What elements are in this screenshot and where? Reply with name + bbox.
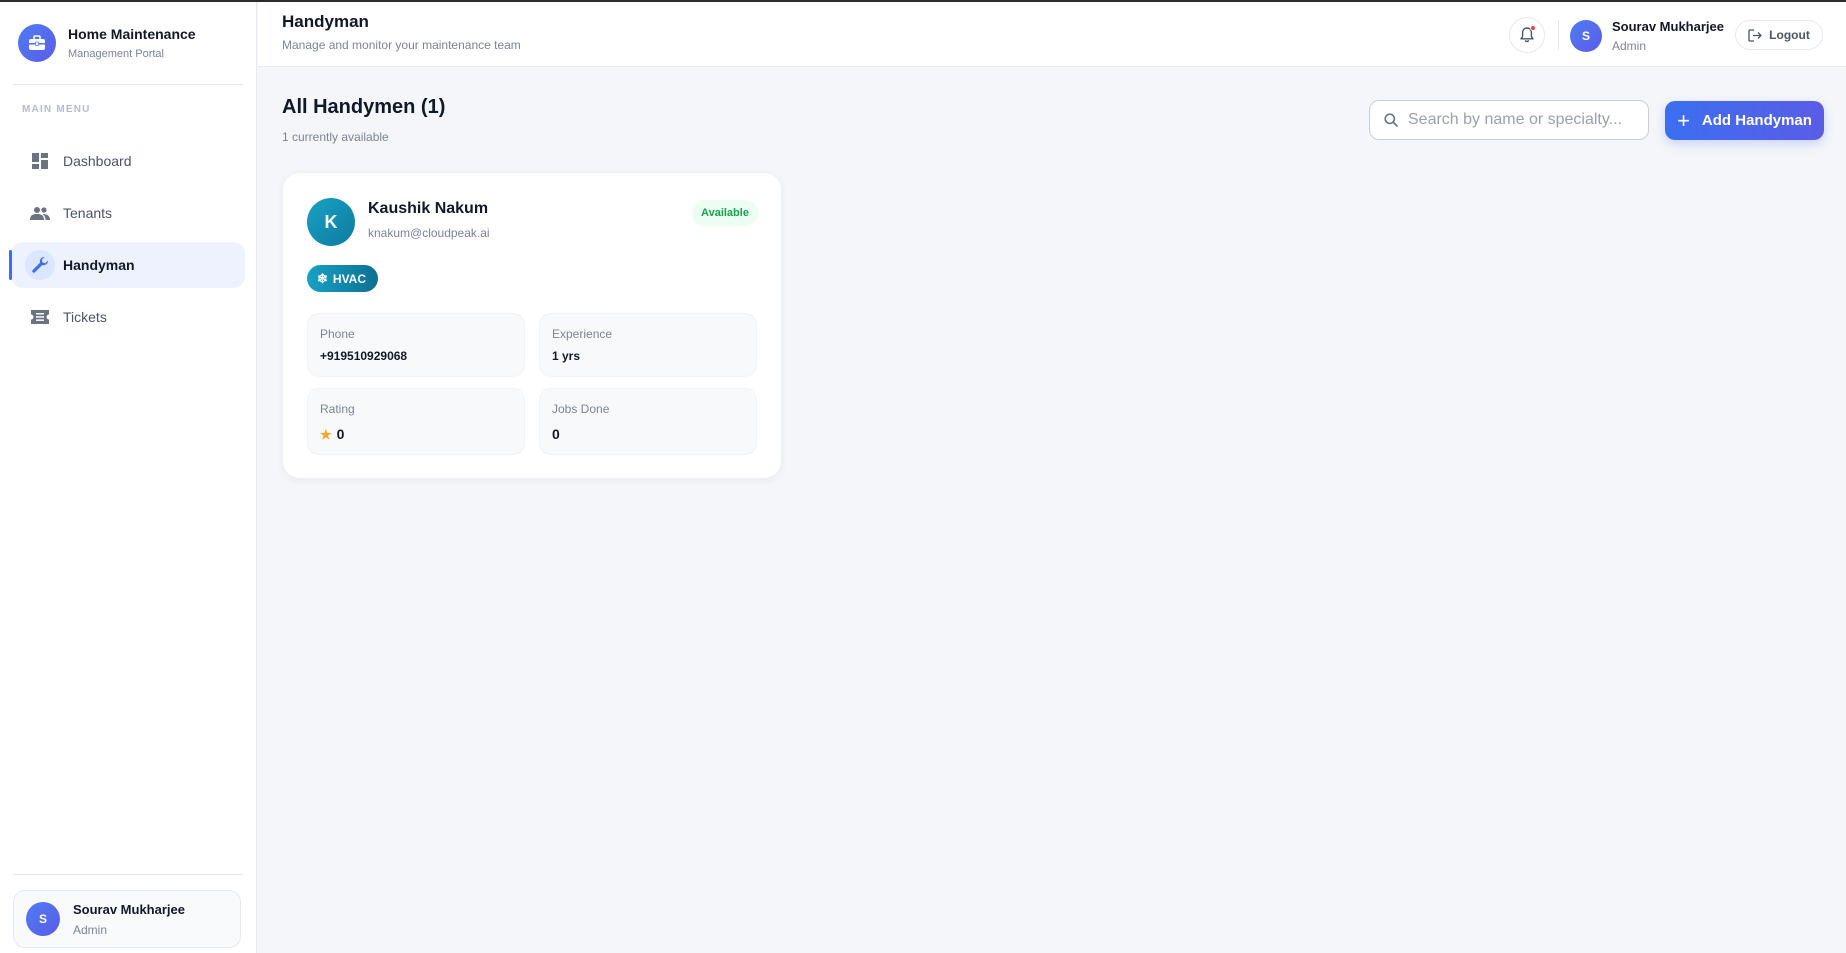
- people-icon: [27, 200, 53, 226]
- rating-value: ★ 0: [320, 426, 344, 443]
- rating-number: 0: [336, 426, 345, 442]
- stat-label: Rating: [320, 402, 355, 416]
- section-heading: All Handymen (1): [282, 96, 446, 118]
- brand[interactable]: Home Maintenance Management Portal: [18, 24, 196, 62]
- avatar: S: [26, 902, 60, 936]
- main-menu: Dashboard Tenants Handyman Tickets: [9, 138, 245, 346]
- sidebar: Home Maintenance Management Portal MAIN …: [0, 2, 257, 953]
- avatar: S: [1570, 20, 1602, 52]
- experience-value: 1 yrs: [552, 349, 581, 363]
- sidebar-item-handyman[interactable]: Handyman: [9, 242, 245, 288]
- user-name: Sourav Mukharjee: [1612, 19, 1724, 34]
- search-box[interactable]: [1369, 100, 1649, 140]
- search-icon: [1384, 113, 1398, 127]
- sidebar-item-dashboard[interactable]: Dashboard: [11, 138, 245, 184]
- sidebar-item-tenants[interactable]: Tenants: [11, 190, 245, 236]
- wrench-icon: [25, 250, 55, 280]
- snowflake-icon: ❄: [317, 270, 328, 286]
- notification-dot: [1530, 25, 1536, 31]
- handyman-name: Kaushik Nakum: [368, 200, 489, 217]
- user-role: Admin: [1612, 39, 1647, 53]
- logout-icon: [1748, 28, 1762, 42]
- notifications-button[interactable]: [1509, 17, 1545, 53]
- page-title: Handyman: [282, 12, 369, 31]
- logout-label: Logout: [1769, 28, 1810, 42]
- brand-title: Home Maintenance: [68, 26, 196, 42]
- sidebar-item-label: Handyman: [63, 257, 135, 273]
- star-icon: ★: [320, 427, 332, 442]
- sidebar-item-tickets[interactable]: Tickets: [11, 294, 245, 340]
- sidebar-item-label: Tenants: [63, 205, 113, 221]
- stat-experience: Experience 1 yrs: [539, 313, 757, 377]
- stat-label: Phone: [320, 327, 355, 341]
- menu-heading: MAIN MENU: [22, 104, 91, 115]
- ticket-icon: [27, 304, 53, 330]
- search-input[interactable]: [1408, 111, 1638, 129]
- top-header: Handyman Manage and monitor your mainten…: [258, 2, 1846, 67]
- phone-value: +919510929068: [320, 349, 408, 363]
- brand-subtitle: Management Portal: [68, 48, 164, 60]
- add-handyman-button[interactable]: + Add Handyman: [1665, 101, 1824, 140]
- page-subtitle: Manage and monitor your maintenance team: [282, 38, 521, 52]
- header-divider: [1558, 20, 1559, 50]
- status-badge: Available: [692, 200, 758, 226]
- sidebar-divider: [13, 874, 243, 875]
- sidebar-item-label: Dashboard: [63, 153, 132, 169]
- logout-button[interactable]: Logout: [1735, 20, 1823, 50]
- toolbox-icon: [18, 24, 56, 62]
- sidebar-user-card[interactable]: S Sourav Mukharjee Admin: [13, 890, 241, 948]
- avatar: K: [307, 198, 355, 246]
- dashboard-icon: [27, 148, 53, 174]
- specialty-badge: ❄ HVAC: [307, 265, 379, 292]
- add-handyman-label: Add Handyman: [1701, 112, 1812, 129]
- user-name: Sourav Mukharjee: [73, 901, 185, 917]
- specialty-label: HVAC: [332, 271, 367, 286]
- sidebar-divider: [13, 84, 243, 85]
- handyman-card[interactable]: K Kaushik Nakum knakum@cloudpeak.ai Avai…: [282, 172, 782, 479]
- stat-jobs-done: Jobs Done 0: [539, 388, 757, 455]
- stat-label: Experience: [552, 327, 613, 341]
- jobs-done-value: 0: [552, 426, 560, 442]
- stat-label: Jobs Done: [552, 402, 610, 416]
- plus-icon: +: [1677, 107, 1690, 133]
- handyman-email: knakum@cloudpeak.ai: [368, 226, 490, 240]
- sidebar-item-label: Tickets: [63, 309, 107, 325]
- user-role: Admin: [73, 922, 108, 937]
- stat-rating: Rating ★ 0: [307, 388, 525, 455]
- stat-phone: Phone +919510929068: [307, 313, 525, 377]
- header-user[interactable]: S Sourav Mukharjee Admin: [1570, 19, 1724, 53]
- availability-count: 1 currently available: [282, 130, 389, 144]
